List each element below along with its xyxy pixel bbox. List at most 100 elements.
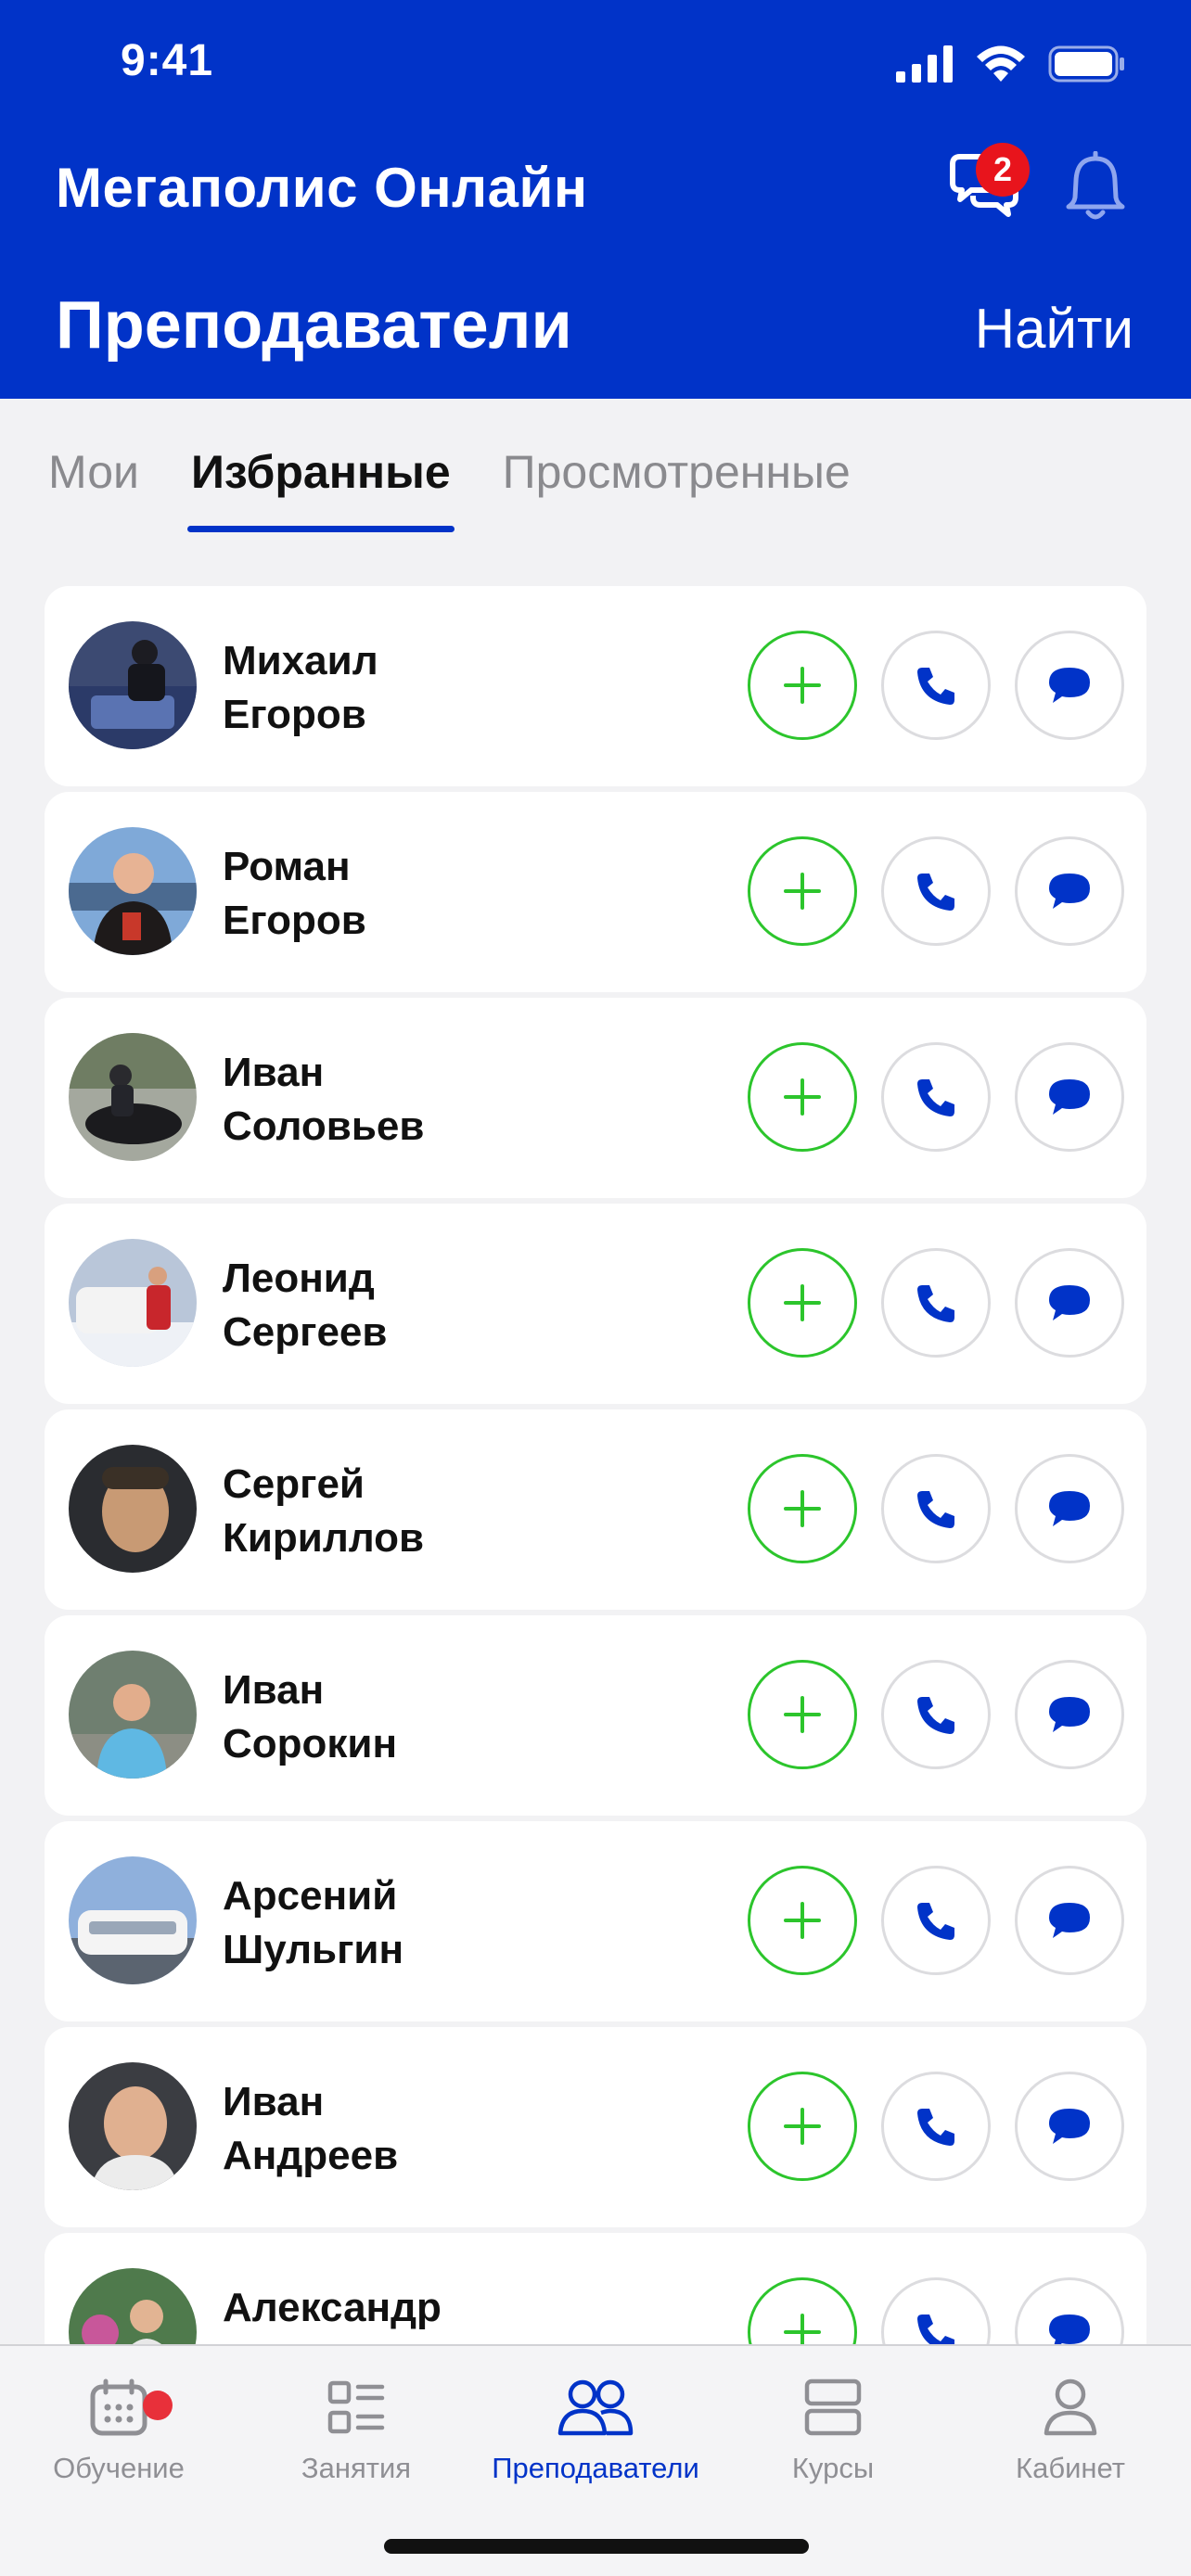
teacher-name: Леонид Сергеев <box>223 1252 387 1359</box>
message-bubble-icon <box>1049 1697 1090 1732</box>
phone-icon <box>917 668 954 705</box>
add-button[interactable] <box>748 1660 857 1769</box>
phone-icon <box>917 1697 954 1734</box>
call-button[interactable] <box>881 1042 991 1152</box>
message-button[interactable] <box>1015 631 1124 740</box>
header-actions: 2 <box>942 143 1137 230</box>
message-button[interactable] <box>1015 836 1124 946</box>
call-button[interactable] <box>881 2072 991 2181</box>
message-bubble-icon <box>1049 668 1090 703</box>
last-name: Егоров <box>223 898 366 943</box>
find-button[interactable]: Найти <box>975 297 1133 361</box>
add-button[interactable] <box>748 1042 857 1152</box>
message-button[interactable] <box>1015 1866 1124 1975</box>
call-button[interactable] <box>881 836 991 946</box>
add-button[interactable] <box>748 1248 857 1358</box>
call-button[interactable] <box>881 1866 991 1975</box>
teacher-card[interactable]: Арсений Шульгин <box>45 1821 1146 2021</box>
tab-viewed[interactable]: Просмотренные <box>503 445 851 532</box>
message-bubble-icon <box>1049 1903 1090 1938</box>
add-button[interactable] <box>748 631 857 740</box>
card-actions <box>748 1248 1124 1358</box>
card-actions <box>748 1660 1124 1769</box>
plus-icon <box>784 1490 821 1527</box>
message-button[interactable] <box>1015 1248 1124 1358</box>
first-name: Михаил <box>223 638 378 683</box>
first-name: Леонид <box>223 1256 375 1301</box>
last-name: Егоров <box>223 692 366 737</box>
teacher-name: Иван Андреев <box>223 2075 398 2183</box>
first-name: Иван <box>223 1667 325 1713</box>
message-bubble-icon <box>1049 1285 1090 1320</box>
phone-icon <box>917 1079 954 1116</box>
calendar-icon <box>90 2378 147 2436</box>
message-button[interactable] <box>1015 1660 1124 1769</box>
card-actions <box>748 1454 1124 1563</box>
nav-courses[interactable]: Курсы <box>714 2370 952 2485</box>
teacher-card[interactable]: Сергей Кириллов <box>45 1409 1146 1610</box>
last-name: Кириллов <box>223 1515 425 1561</box>
segment-tabs: Мои Избранные Просмотренные <box>48 445 851 532</box>
notification-dot <box>143 2391 173 2420</box>
add-button[interactable] <box>748 1454 857 1563</box>
chats-button[interactable]: 2 <box>942 143 1030 230</box>
add-button[interactable] <box>748 2072 857 2181</box>
nav-lessons[interactable]: Занятия <box>237 2370 475 2485</box>
call-button[interactable] <box>881 1660 991 1769</box>
message-button[interactable] <box>1015 2072 1124 2181</box>
message-button[interactable] <box>1015 1454 1124 1563</box>
tab-favorites[interactable]: Избранные <box>186 445 455 532</box>
signal-icon <box>896 45 953 83</box>
nav-teachers[interactable]: Преподаватели <box>477 2370 714 2485</box>
phone-icon <box>917 874 954 911</box>
teacher-name: Александр <box>223 2281 442 2335</box>
app-brand: Мегаполис Онлайн <box>56 157 588 219</box>
status-icons <box>896 45 1126 83</box>
message-bubble-icon <box>1049 874 1090 909</box>
last-name: Шульгин <box>223 1927 404 1972</box>
add-button[interactable] <box>748 836 857 946</box>
first-name: Александр <box>223 2285 442 2330</box>
teacher-name: Сергей Кириллов <box>223 1458 424 1565</box>
card-actions <box>748 836 1124 946</box>
app-header: 9:41 Мегаполис Онлайн 2 Преподаватели На… <box>0 0 1191 399</box>
card-actions <box>748 631 1124 740</box>
plus-icon <box>784 873 821 910</box>
nav-profile[interactable]: Кабинет <box>952 2370 1189 2485</box>
home-indicator[interactable] <box>384 2539 809 2554</box>
call-button[interactable] <box>881 1454 991 1563</box>
teacher-card[interactable]: Иван Андреев <box>45 2027 1146 2227</box>
last-name: Андреев <box>223 2133 399 2178</box>
call-button[interactable] <box>881 631 991 740</box>
teacher-card[interactable]: Леонид Сергеев <box>45 1204 1146 1404</box>
phone-icon <box>917 1491 954 1528</box>
phone-icon <box>917 1903 954 1940</box>
plus-icon <box>784 667 821 704</box>
card-actions <box>748 1042 1124 1152</box>
avatar <box>69 1239 197 1367</box>
battery-icon <box>1048 45 1124 83</box>
teacher-card[interactable]: Иван Сорокин <box>45 1615 1146 1816</box>
last-name: Соловьев <box>223 1103 425 1149</box>
teacher-card[interactable]: Иван Соловьев <box>45 998 1146 1198</box>
teacher-name: Михаил Егоров <box>223 634 378 742</box>
people-icon <box>557 2379 634 2436</box>
last-name: Сергеев <box>223 1309 388 1355</box>
teacher-card[interactable]: Роман Егоров <box>45 792 1146 992</box>
wifi-icon <box>977 45 1025 82</box>
message-button[interactable] <box>1015 1042 1124 1152</box>
bell-icon <box>1066 151 1125 220</box>
notifications-button[interactable] <box>1054 147 1137 230</box>
message-bubble-icon <box>1049 1079 1090 1115</box>
tab-mine[interactable]: Мои <box>48 445 139 532</box>
card-actions <box>748 2072 1124 2181</box>
last-name: Сорокин <box>223 1721 398 1766</box>
add-button[interactable] <box>748 1866 857 1975</box>
call-button[interactable] <box>881 1248 991 1358</box>
avatar <box>69 1033 197 1161</box>
phone-icon <box>917 1285 954 1322</box>
card-actions <box>748 1866 1124 1975</box>
plus-icon <box>784 1696 821 1733</box>
teacher-card[interactable]: Михаил Егоров <box>45 586 1146 786</box>
nav-learning[interactable]: Обучение <box>0 2370 237 2485</box>
